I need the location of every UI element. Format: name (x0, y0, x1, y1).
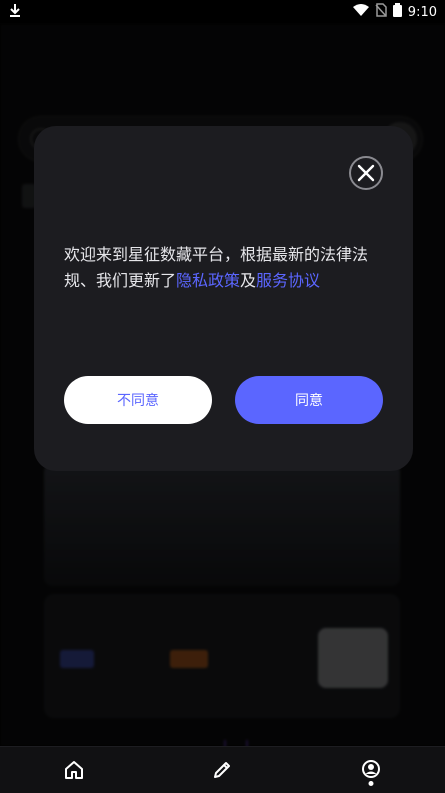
active-indicator (368, 781, 374, 786)
close-icon (357, 164, 375, 182)
nav-profile[interactable] (341, 747, 401, 793)
dialog-message: 欢迎来到星征数藏平台，根据最新的法律法规、我们更新了隐私政策及服务协议 (64, 242, 394, 294)
bottom-navigation (0, 746, 445, 793)
status-time: 9:10 (407, 4, 437, 20)
agree-button[interactable]: 同意 (235, 376, 383, 424)
nav-home[interactable] (44, 747, 104, 793)
service-agreement-link[interactable]: 服务协议 (256, 271, 320, 290)
disagree-button[interactable]: 不同意 (64, 376, 212, 424)
privacy-policy-link[interactable]: 隐私政策 (176, 271, 240, 290)
profile-icon (361, 760, 380, 778)
wifi-icon (352, 3, 369, 21)
privacy-dialog: 欢迎来到星征数藏平台，根据最新的法律法规、我们更新了隐私政策及服务协议 不同意 … (34, 126, 413, 471)
download-icon (8, 3, 22, 21)
close-button[interactable] (349, 156, 383, 190)
nav-create[interactable] (192, 747, 252, 793)
no-sim-icon (375, 3, 387, 21)
status-bar: 9:10 (0, 0, 445, 24)
message-conjunction: 及 (240, 271, 257, 290)
home-icon (65, 761, 84, 779)
pencil-icon (214, 762, 231, 778)
battery-icon (392, 3, 402, 21)
